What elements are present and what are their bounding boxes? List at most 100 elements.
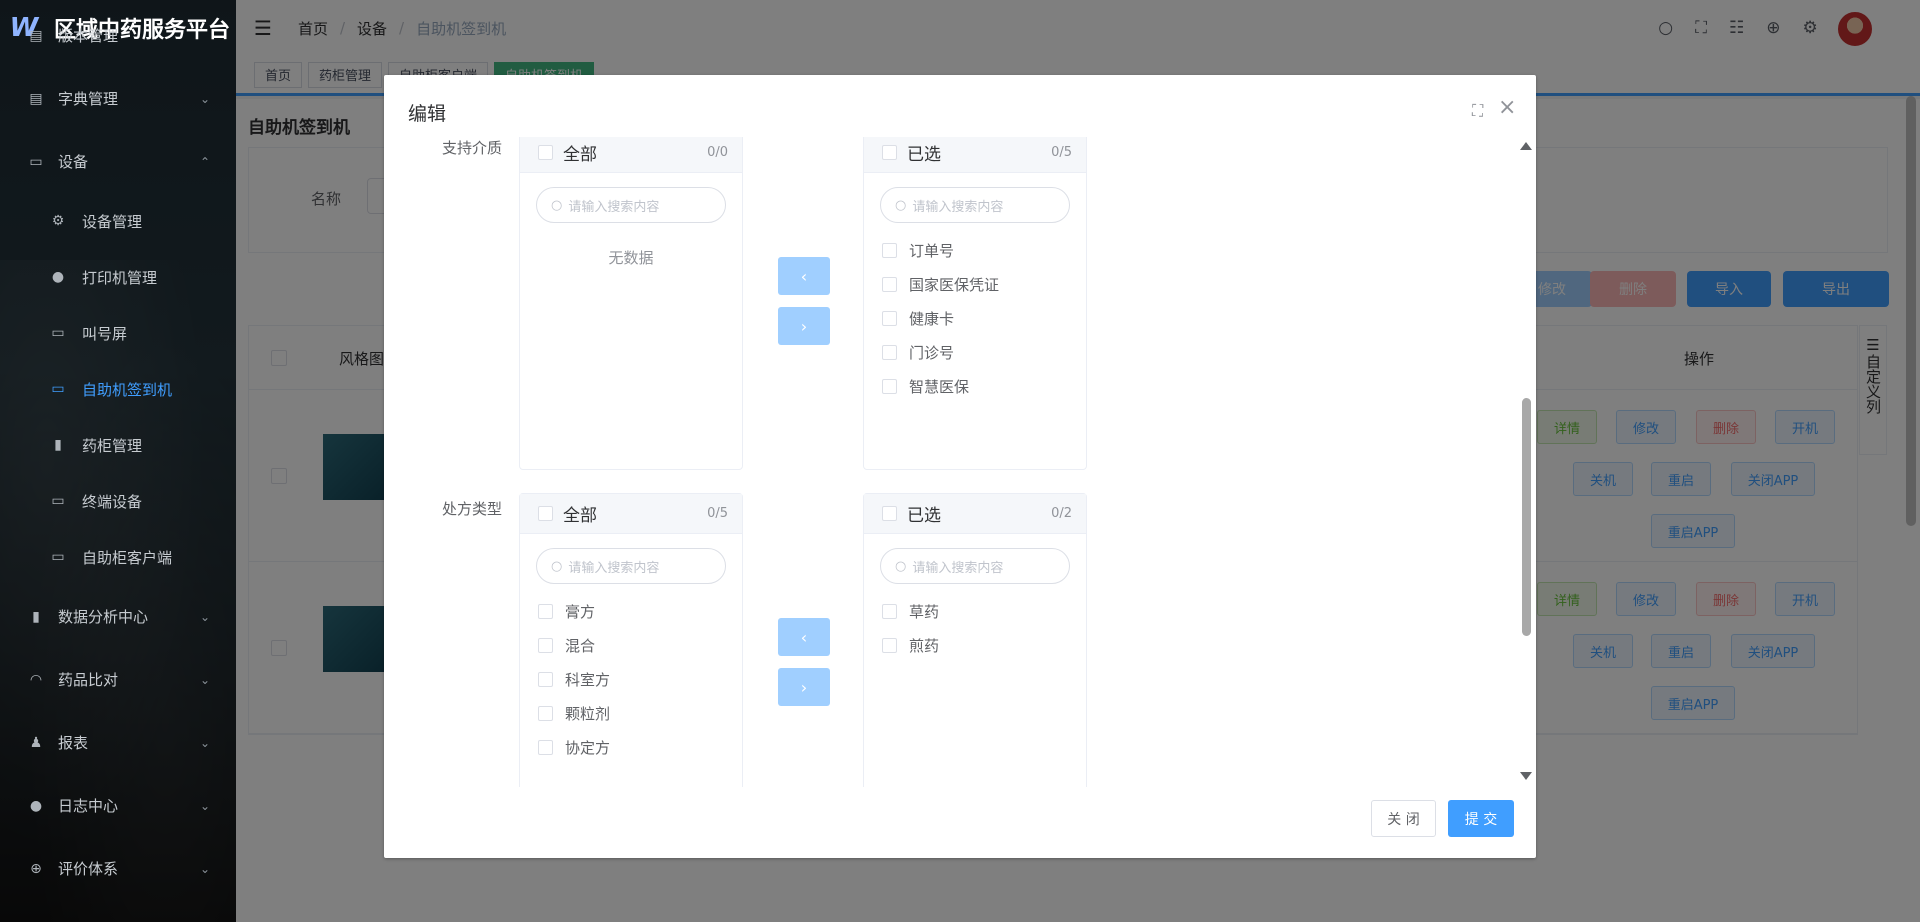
plus-circle-icon: ⊕	[30, 860, 42, 877]
item-checkbox[interactable]	[538, 671, 553, 687]
field-label-media: 支持介质	[442, 139, 503, 157]
item-checkbox[interactable]	[538, 603, 553, 619]
dialog-body: 支持介质 全部 0/0 ○ 请输入搜索内容 无数据 ‹ › 已选 0/5 ○ 请	[384, 137, 1536, 787]
select-all-checkbox[interactable]	[882, 506, 897, 521]
sidebar-item-label: 药柜管理	[82, 436, 143, 455]
sidebar-item[interactable]: ▤ 版本管理	[0, 4, 236, 67]
list-item[interactable]: 健康卡	[882, 301, 1086, 335]
select-all-checkbox[interactable]	[882, 145, 897, 160]
list-item[interactable]: 混合	[538, 628, 742, 662]
list-item[interactable]: 草药	[882, 594, 1086, 628]
doc-icon: ▤	[29, 27, 43, 44]
sidebar-item[interactable]: ▭ 自助机签到机	[0, 361, 236, 417]
panel-header: 全部 0/0	[520, 137, 742, 173]
gear-icon: ⚙	[51, 213, 65, 229]
item-checkbox[interactable]	[882, 242, 897, 258]
bulb-icon: ●	[29, 797, 43, 814]
sidebar-item[interactable]: ● 打印机管理	[0, 249, 236, 305]
panel-search-input[interactable]: ○ 请输入搜索内容	[880, 187, 1070, 223]
sidebar-item[interactable]: ▭ 自助柜客户端	[0, 529, 236, 585]
list-item[interactable]: 门诊号	[882, 335, 1086, 369]
sidebar-item[interactable]: ▮ 药柜管理	[0, 417, 236, 473]
panel-list: 草药 煎药	[864, 594, 1086, 662]
dialog-scrollbar[interactable]	[1522, 398, 1531, 636]
info-icon: ●	[51, 269, 65, 285]
item-label: 订单号	[909, 241, 955, 260]
item-label: 膏方	[565, 602, 596, 621]
item-checkbox[interactable]	[538, 705, 553, 721]
sidebar-item[interactable]: ▭ 叫号屏	[0, 305, 236, 361]
item-checkbox[interactable]	[882, 637, 897, 653]
sidebar-item[interactable]: ▭ 设备 ⌃	[0, 130, 236, 193]
panel-title: 全部	[563, 506, 597, 526]
close-icon[interactable]: ×	[1498, 95, 1516, 120]
sidebar-item[interactable]: ▭ 终端设备	[0, 473, 236, 529]
submit-button[interactable]: 提 交	[1448, 800, 1514, 837]
move-left-button[interactable]: ‹	[778, 257, 830, 295]
item-checkbox[interactable]	[882, 310, 897, 326]
panel-count: 0/5	[707, 506, 728, 521]
headset-icon: ◠	[29, 671, 43, 688]
panel-title: 已选	[907, 145, 941, 165]
search-icon: ○	[895, 197, 907, 213]
move-left-button[interactable]: ‹	[778, 618, 830, 656]
panel-title: 全部	[563, 145, 597, 165]
panel-count: 0/5	[1051, 145, 1072, 160]
sidebar-item[interactable]: ● 日志中心 ⌄	[0, 774, 236, 837]
item-checkbox[interactable]	[882, 378, 897, 394]
monitor-icon: ▭	[51, 549, 65, 565]
sidebar-menu: ▤ 版本管理 ▤ 字典管理 ⌄ ▭ 设备 ⌃ ⚙ 设备管理 ● 打印机管理 ▭ 叫号屏 ▭ 自助机签到机 ▮ 药柜…	[0, 27, 236, 900]
move-right-button[interactable]: ›	[778, 307, 830, 345]
panel-search-input[interactable]: ○ 请输入搜索内容	[536, 548, 726, 584]
item-label: 国家医保凭证	[909, 275, 1000, 294]
item-label: 健康卡	[909, 309, 955, 328]
item-label: 混合	[565, 636, 596, 655]
panel-header: 已选 0/5	[864, 137, 1086, 173]
sidebar-item[interactable]: ♟ 报表 ⌄	[0, 711, 236, 774]
search-icon: ○	[551, 558, 563, 574]
panel-search-input[interactable]: ○ 请输入搜索内容	[536, 187, 726, 223]
list-item[interactable]: 智慧医保	[882, 369, 1086, 403]
scroll-up-arrow[interactable]	[1520, 142, 1532, 150]
transfer-source-panel-media: 全部 0/0 ○ 请输入搜索内容 无数据	[519, 137, 743, 470]
list-item[interactable]: 膏方	[538, 594, 742, 628]
item-checkbox[interactable]	[538, 739, 553, 755]
close-button[interactable]: 关 闭	[1371, 800, 1436, 837]
chevron-down-icon: ⌄	[199, 798, 210, 813]
sidebar-item[interactable]: ▤ 字典管理 ⌄	[0, 67, 236, 130]
list-item[interactable]: 颗粒剂	[538, 696, 742, 730]
item-checkbox[interactable]	[882, 344, 897, 360]
sidebar: W 区域中药服务平台 ▤ 版本管理 ▤ 字典管理 ⌄ ▭ 设备 ⌃ ⚙ 设备管理 ● 打印机管理 ▭ 叫号…	[0, 0, 236, 922]
sidebar-item-label: 版本管理	[58, 27, 119, 45]
item-checkbox[interactable]	[538, 637, 553, 653]
search-icon: ○	[895, 558, 907, 574]
list-item[interactable]: 科室方	[538, 662, 742, 696]
search-placeholder: 请输入搜索内容	[568, 560, 660, 576]
chevron-down-icon: ⌄	[199, 735, 210, 750]
panel-title: 已选	[907, 506, 941, 526]
item-label: 协定方	[565, 738, 611, 757]
sidebar-item-label: 自助柜客户端	[82, 548, 173, 567]
list-item[interactable]: 煎药	[882, 628, 1086, 662]
sidebar-item[interactable]: ⊕ 评价体系 ⌄	[0, 837, 236, 900]
chevron-up-icon: ⌃	[199, 154, 210, 169]
transfer-target-panel-prescription: 已选 0/2 ○ 请输入搜索内容 草药 煎药	[863, 493, 1087, 787]
search-placeholder: 请输入搜索内容	[912, 199, 1004, 215]
item-checkbox[interactable]	[882, 276, 897, 292]
scroll-down-arrow[interactable]	[1520, 772, 1532, 780]
item-label: 科室方	[565, 670, 611, 689]
item-checkbox[interactable]	[882, 603, 897, 619]
panel-search-input[interactable]: ○ 请输入搜索内容	[880, 548, 1070, 584]
sidebar-item[interactable]: ⚙ 设备管理	[0, 193, 236, 249]
list-item[interactable]: 国家医保凭证	[882, 267, 1086, 301]
select-all-checkbox[interactable]	[538, 145, 553, 160]
sidebar-item-label: 数据分析中心	[58, 608, 149, 626]
move-right-button[interactable]: ›	[778, 668, 830, 706]
sidebar-item-label: 报表	[58, 734, 89, 752]
list-item[interactable]: 订单号	[882, 233, 1086, 267]
list-item[interactable]: 协定方	[538, 730, 742, 764]
fullscreen-icon[interactable]: ⛶	[1472, 101, 1483, 121]
sidebar-item[interactable]: ▮ 数据分析中心 ⌄	[0, 585, 236, 648]
sidebar-item[interactable]: ◠ 药品比对 ⌄	[0, 648, 236, 711]
select-all-checkbox[interactable]	[538, 506, 553, 521]
